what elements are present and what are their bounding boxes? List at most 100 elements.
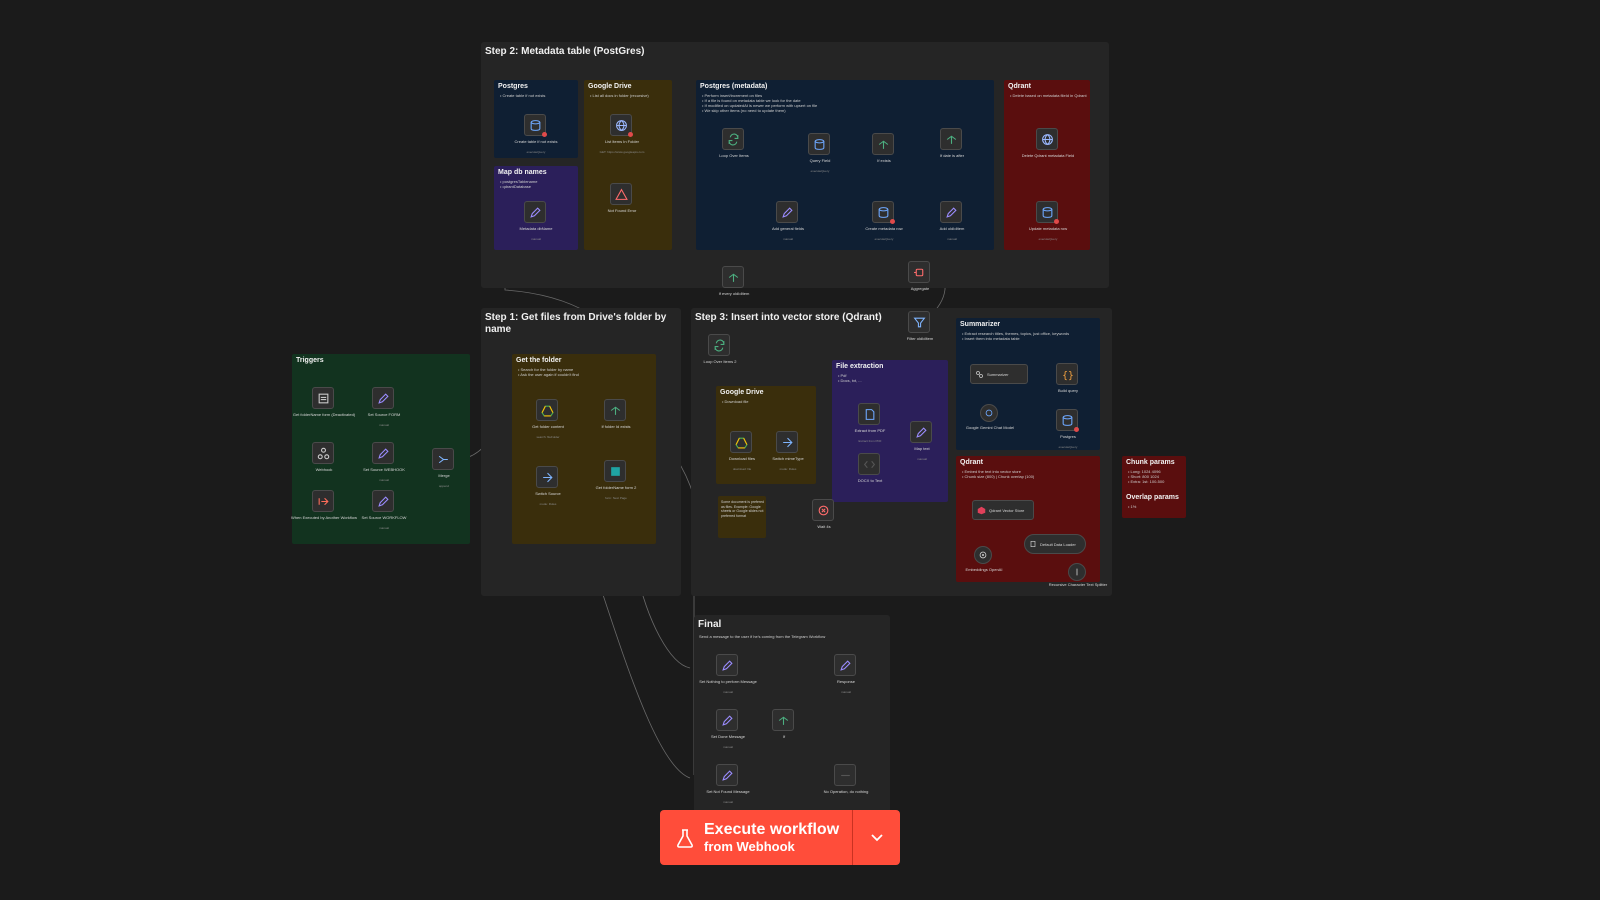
database-icon [1042,206,1052,218]
node-query-field[interactable]: Query Field executeQuery [808,133,830,173]
sticky-title: Chunk params [1126,459,1175,466]
node-add-old-ids[interactable]: Add oldIdItem manual [940,201,964,241]
node-sub: manual [379,526,389,530]
node-if-final[interactable]: If [772,709,794,739]
node-set-not-found[interactable]: Set Not Found Message manual [706,764,750,804]
node-label: Add general fields [771,226,805,231]
node-sub: manual [723,745,733,749]
sticky-params[interactable]: Chunk params Long: 1024 4096 Short: 800 … [1122,456,1186,518]
sticky-title: Qdrant [1008,83,1031,90]
node-extract-pdf[interactable]: Extract from PDF Extract from PDF [855,403,885,443]
node-label: Aggregate [910,286,930,291]
node-when-executed[interactable]: When Executed by Another Workflow [291,490,357,520]
node-webhook[interactable]: Webhook [312,442,334,472]
sticky-get-folder[interactable]: Get the folder Search for the folder by … [512,354,656,544]
sticky-title: Qdrant [960,459,983,466]
node-loop-over[interactable]: Loop Over Items [719,128,749,158]
node-get-folder-content[interactable]: Get folder content search: fileFolder [532,399,564,439]
node-switch-mime[interactable]: Switch mimeType mode: Rules [772,431,804,471]
pencil-icon [377,447,389,459]
node-if-date[interactable]: If date is after [940,128,964,158]
node-set-nothing[interactable]: Set Nothing to perform Message manual [699,654,757,694]
sticky-note: Ask the user again if couldn't find [518,372,648,377]
node-if-folder-exists[interactable]: If folder Id exists [601,399,631,429]
node-sub: mode: Rules [779,467,797,471]
loop-icon [714,339,724,351]
node-recursive-splitter[interactable]: Recursive Character Text Splitter [1049,563,1107,587]
node-update-metadata[interactable]: Update metadata row executeQuery [1029,201,1067,241]
node-label: If every oldIdItem [718,291,750,296]
node-embeddings[interactable]: Embeddings OpenAI [966,546,1002,572]
node-label: Webhook [315,467,333,472]
node-set-source-workflow[interactable]: Set Source WORKFLOW manual [362,490,406,530]
node-filter-old[interactable]: Filter oldIdItem [907,311,933,341]
node-label: Get folderName form 2 [595,485,637,490]
node-add-general[interactable]: Add general fields manual [772,201,804,241]
sticky-small-note[interactable]: Some document is prefered as files. Exam… [718,496,766,538]
node-get-folder-form[interactable]: Get folderName form (Deactivated) [293,387,355,417]
node-build-query[interactable]: {} Build query [1056,363,1078,393]
node-default-loader[interactable]: Default Data Loader [1024,534,1086,554]
node-qdrant-store[interactable]: Qdrant Vector Store [972,500,1034,520]
node-sub: manual [917,457,927,461]
pdf-icon [865,408,874,420]
node-metadata-db[interactable]: Metadata dbName manual [520,201,552,241]
node-not-found-error[interactable]: Not Found Error [608,183,636,213]
node-label: Create metadata row [865,226,903,231]
sticky-note: Create table if not exists [500,93,576,98]
sticky-title: Google Drive [720,389,764,396]
node-download-files[interactable]: Download files download: file [729,431,755,471]
trigger-icon [318,497,329,505]
sticky-note: Some document is prefered as files. Exam… [721,500,764,518]
node-response[interactable]: Response manual [834,654,856,694]
node-loop-over-2[interactable]: Loop Over Items 2 [704,334,736,364]
gemini-icon [985,409,993,417]
node-create-table[interactable]: Create table if not exists executeQuery [515,114,557,154]
pencil-icon [529,206,541,218]
node-map-text[interactable]: Map text manual [910,421,932,461]
webhook-icon [317,447,329,459]
node-delete-qdrant[interactable]: Delete Qdrant metadata Field [1022,128,1074,158]
database-icon [530,119,540,131]
sticky-postgres-meta[interactable]: Postgres (metadata) Perform insert/incre… [696,80,994,250]
node-set-source-form[interactable]: Set Source FORM manual [368,387,400,427]
form-icon [610,466,620,476]
node-get-folder-name-2[interactable]: Get folderName form 2 form: Next Page [596,460,636,500]
node-aggregate[interactable]: Aggregate [908,261,930,291]
node-wait[interactable]: Wait 4s [812,499,834,529]
node-if-every[interactable]: If every oldIdItem [719,266,749,296]
node-label: Set Not Found Message [706,789,750,794]
execute-dropdown-button[interactable] [853,810,900,865]
node-list-items[interactable]: List Items In Folder GET: https://www.go… [600,114,644,154]
node-postgres-sum[interactable]: Postgres executeQuery [1056,409,1079,449]
node-docx-to-text[interactable]: DOCX to Text [858,453,882,483]
workflow-canvas[interactable]: Step 2: Metadata table (PostGres) Step 1… [0,0,1600,900]
database-icon [814,138,824,150]
node-create-metadata[interactable]: Create metadata row executeQuery [865,201,903,241]
sticky-title: Postgres [498,83,528,90]
node-no-op[interactable]: No Operation, do nothing [824,764,868,794]
pencil-icon [781,206,793,218]
node-set-done[interactable]: Set Done Message manual [711,709,745,749]
execute-workflow-main[interactable]: Execute workflow from Webhook [660,810,852,865]
node-summarizer[interactable]: Summarizer [970,364,1028,384]
sticky-qdrant-top[interactable]: Qdrant Delete based on metadata fileId i… [1004,80,1090,250]
drive-icon [540,405,554,416]
globe-icon [615,119,627,131]
section-title: Final [698,619,722,630]
execute-workflow-button[interactable]: Execute workflow from Webhook [660,810,900,865]
sticky-gdrive-top[interactable]: Google Drive List all docs in folder (re… [584,80,672,250]
final-note: Send a message to the user if he's comin… [699,634,826,639]
node-set-source-webhook[interactable]: Set Source WEBHOOK manual [363,442,405,482]
flask-icon [677,828,693,848]
sticky-note: Chunk size (800) | Chunk overlap (100) [962,474,1092,479]
node-gemini[interactable]: Google Gemini Chat Model [966,404,1014,430]
node-switch-source[interactable]: Switch Source mode: Rules [535,466,561,506]
error-indicator [890,219,895,224]
node-sub: manual [379,423,389,427]
node-if-exists[interactable]: If exists [872,133,894,163]
form-icon [318,393,328,403]
node-label: Summarizer [987,371,1009,377]
node-merge[interactable]: Merge append [432,448,454,488]
node-sub: executeQuery [1038,237,1058,241]
